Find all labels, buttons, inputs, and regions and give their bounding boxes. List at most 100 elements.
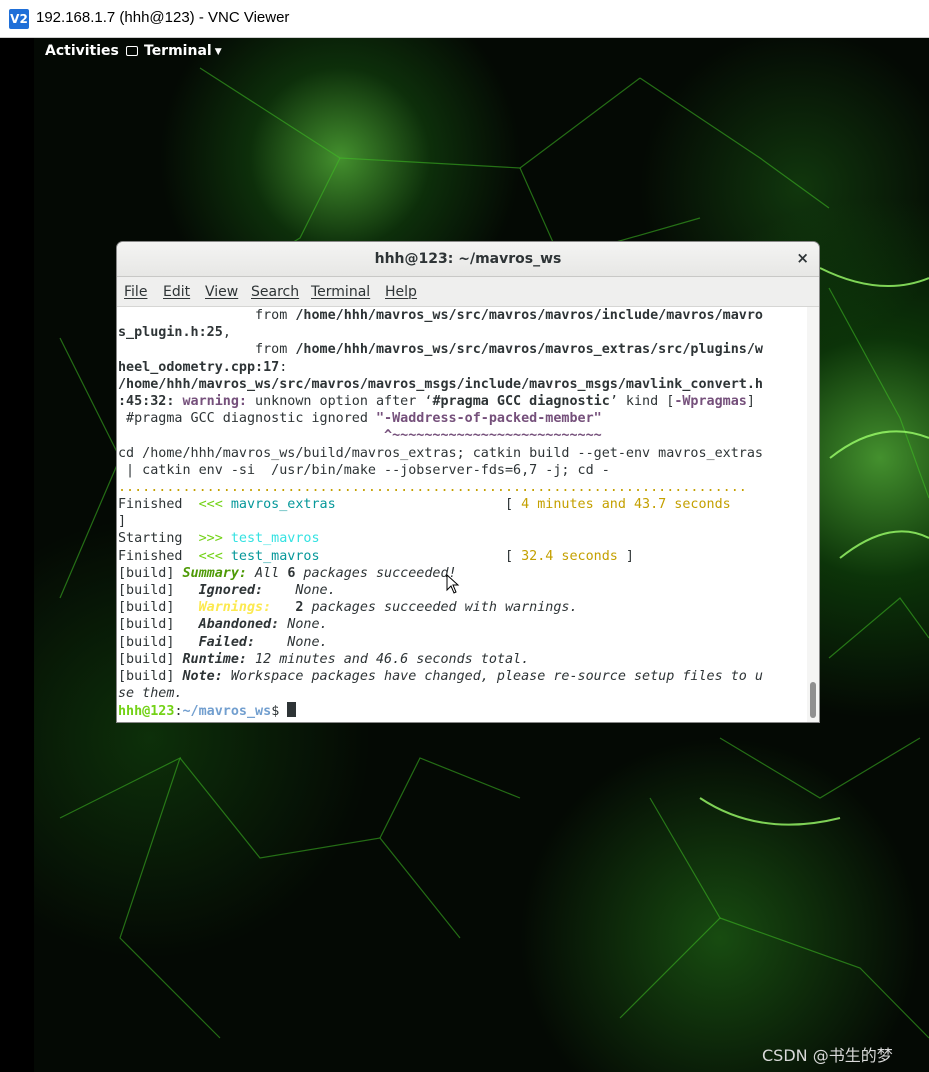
vnc-logo-icon: V2 (9, 9, 29, 29)
terminal-text-segment: 4 minutes and 43.7 seconds (521, 497, 731, 513)
terminal-line: [build] Runtime: 12 minutes and 46.6 sec… (118, 651, 763, 668)
terminal-text-segment: 12 minutes and 46.6 seconds total. (247, 651, 530, 667)
terminal-text-segment: warning: (182, 393, 248, 409)
menu-terminal[interactable]: Terminal (311, 284, 370, 300)
terminal-line: /home/hhh/mavros_ws/src/mavros/mavros_ms… (118, 376, 763, 393)
terminal-line: #pragma GCC diagnostic ignored "-Waddres… (118, 410, 763, 427)
terminal-text-segment: :45:32: (118, 393, 175, 409)
terminal-text-segment: #pragma GCC diagnostic (432, 393, 610, 409)
menu-view[interactable]: View (205, 284, 238, 300)
menu-file[interactable]: File (124, 284, 147, 300)
terminal-line: [build] Summary: All 6 packages succeede… (118, 565, 763, 582)
terminal-text-segment: -Wpragmas (674, 393, 747, 409)
terminal-lines: from /home/hhh/mavros_ws/src/mavros/mavr… (118, 307, 763, 720)
terminal-text-segment: /home/hhh/mavros_ws/src/mavros/mavros_ms… (118, 376, 763, 392)
terminal-text-segment: Note: (182, 668, 223, 684)
terminal-text-segment: Finished (118, 548, 199, 564)
terminal-text-segment: Runtime: (182, 651, 248, 667)
terminal-text-segment: None. (279, 617, 328, 633)
terminal-text-segment: Warnings: (198, 600, 272, 616)
terminal-text-segment: | catkin env -si /usr/bin/make --jobserv… (118, 462, 610, 478)
terminal-text-segment: packages succeeded with warnings. (303, 600, 578, 616)
terminal-line: ^~~~~~~~~~~~~~~~~~~~~~~~~~~ (118, 427, 763, 444)
terminal-text-segment: [build] (118, 651, 183, 667)
terminal-text-segment: Finished (118, 497, 199, 513)
terminal-text-segment: unknown option after ‘ (247, 393, 433, 409)
terminal-line: from /home/hhh/mavros_ws/src/mavros/mavr… (118, 341, 763, 358)
vnc-title-bar: V2 192.168.1.7 (hhh@123) - VNC Viewer (0, 0, 929, 38)
prompt-separator: : (174, 704, 183, 720)
terminal-text-segment: , (222, 325, 231, 341)
terminal-line: | catkin env -si /usr/bin/make --jobserv… (118, 462, 763, 479)
app-menu-terminal[interactable]: Terminal ▼ (126, 43, 222, 59)
terminal-text-segment: #pragma GCC diagnostic ignored (118, 411, 376, 427)
vnc-window-title: 192.168.1.7 (hhh@123) - VNC Viewer (36, 9, 290, 26)
terminal-line: cd /home/hhh/mavros_ws/build/mavros_extr… (118, 445, 763, 462)
terminal-text-segment: ] (118, 514, 127, 530)
terminal-text-segment: mavros_extras (230, 497, 336, 513)
terminal-text-segment: test_mavros (230, 531, 320, 547)
terminal-text-segment: ] (617, 548, 634, 564)
terminal-line: Starting >>> test_mavros (118, 530, 763, 547)
terminal-menu-bar: File Edit View Search Terminal Help (117, 277, 819, 307)
terminal-text-segment: Starting (118, 531, 199, 547)
terminal-line: heel_odometry.cpp:17: (118, 359, 763, 376)
terminal-prompt-line[interactable]: hhh@123:~/mavros_ws$ (118, 702, 763, 719)
terminal-line: :45:32: warning: unknown option after ‘#… (118, 393, 763, 410)
terminal-text-segment: from (118, 342, 296, 358)
terminal-text-segment: ’ kind [ (609, 393, 675, 409)
desktop-left-edge (0, 38, 34, 1072)
terminal-text-segment: <<< (198, 548, 223, 564)
terminal-app-icon (126, 46, 138, 56)
terminal-text-segment: [build] (118, 617, 199, 633)
terminal-text-segment: from (118, 308, 296, 323)
terminal-window-title: hhh@123: ~/mavros_ws (374, 251, 562, 267)
terminal-text-segment: [ (319, 548, 522, 564)
terminal-text-segment: [ (335, 497, 522, 513)
close-icon[interactable]: × (796, 249, 809, 267)
terminal-text-segment: [build] (118, 634, 199, 650)
terminal-text-segment: Summary: (182, 565, 248, 581)
terminal-text-segment: : (279, 359, 288, 375)
terminal-output[interactable]: from /home/hhh/mavros_ws/src/mavros/mavr… (117, 307, 807, 722)
menu-search[interactable]: Search (251, 284, 299, 300)
terminal-line: from /home/hhh/mavros_ws/src/mavros/mavr… (118, 307, 763, 324)
terminal-title-bar[interactable]: hhh@123: ~/mavros_ws × (117, 242, 819, 277)
menu-help[interactable]: Help (385, 284, 417, 300)
terminal-text-segment: [build] (118, 583, 199, 598)
app-menu-label: Terminal (144, 43, 212, 59)
terminal-text-segment: None. (263, 583, 336, 598)
menu-edit[interactable]: Edit (163, 284, 190, 300)
activities-button[interactable]: Activities (45, 43, 119, 59)
scrollbar-thumb[interactable] (810, 682, 816, 718)
terminal-scrollbar[interactable] (807, 307, 819, 722)
csdn-watermark: CSDN @书生的梦 (762, 1046, 893, 1065)
terminal-text-segment: Failed: (198, 634, 256, 650)
terminal-line: [build] Note: Workspace packages have ch… (118, 668, 763, 685)
terminal-text-segment: Workspace packages have changed, please … (222, 668, 763, 684)
prompt-dollar: $ (271, 704, 288, 720)
terminal-text-segment: ........................................… (118, 479, 747, 495)
terminal-text-segment: packages succeeded! (295, 565, 457, 581)
terminal-text-segment: [build] (118, 668, 183, 684)
terminal-text-segment: /home/hhh/mavros_ws/src/mavros/mavros_ex… (295, 342, 763, 358)
prompt-path: ~/mavros_ws (182, 704, 272, 720)
terminal-window[interactable]: hhh@123: ~/mavros_ws × File Edit View Se… (117, 242, 819, 722)
terminal-text-segment: se them. (118, 686, 183, 702)
terminal-cursor (287, 702, 297, 718)
terminal-line: [build] Failed: None. (118, 634, 763, 651)
terminal-text-segment: >>> (198, 531, 223, 547)
terminal-line: Finished <<< mavros_extras [ 4 minutes a… (118, 496, 763, 513)
terminal-line: Finished <<< test_mavros [ 32.4 seconds … (118, 548, 763, 565)
terminal-text-segment: ] (746, 393, 755, 409)
terminal-text-segment: [build] (118, 565, 183, 581)
terminal-text-segment: "-Waddress-of-packed-member" (375, 411, 602, 427)
terminal-text-segment: Abandoned: (198, 617, 280, 633)
terminal-line: s_plugin.h:25, (118, 324, 763, 341)
terminal-line: [build] Abandoned: None. (118, 616, 763, 633)
terminal-line: ........................................… (118, 479, 763, 496)
